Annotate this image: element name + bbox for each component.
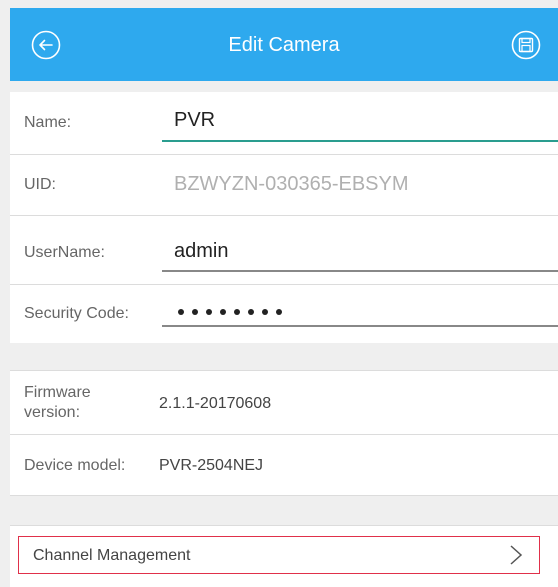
page-title: Edit Camera bbox=[228, 34, 340, 56]
uid-value: BZWYZN-030365-EBSYM bbox=[174, 173, 409, 195]
floppy-save-circle-icon bbox=[511, 30, 541, 60]
name-input-underline bbox=[162, 140, 558, 142]
device-model-value: PVR-2504NEJ bbox=[159, 457, 264, 474]
save-button[interactable] bbox=[511, 30, 541, 60]
uid-label: UID: bbox=[24, 176, 56, 193]
device-model-label: Device model: bbox=[24, 457, 126, 474]
security-code-input[interactable] bbox=[178, 309, 282, 315]
security-code-underline bbox=[162, 325, 558, 327]
name-input[interactable]: PVR bbox=[174, 109, 215, 132]
chevron-right-icon bbox=[510, 545, 523, 565]
edit-camera-screen: Edit Camera Name: PVR UID: BZWYZN-030365… bbox=[0, 0, 558, 587]
name-label: Name: bbox=[24, 114, 72, 131]
header-bar: Edit Camera bbox=[10, 8, 558, 81]
firmware-value: 2.1.1-20170608 bbox=[159, 395, 272, 412]
channel-management-button[interactable]: Channel Management bbox=[18, 536, 540, 574]
username-input-underline bbox=[162, 270, 558, 272]
firmware-label: Firmware version: bbox=[24, 384, 91, 421]
username-label: UserName: bbox=[24, 244, 105, 261]
name-row: Name: PVR bbox=[10, 92, 558, 154]
username-input[interactable]: admin bbox=[174, 240, 228, 263]
divider bbox=[10, 495, 558, 496]
uid-row: UID: BZWYZN-030365-EBSYM bbox=[10, 155, 558, 215]
firmware-row: Firmware version: 2.1.1-20170608 bbox=[10, 371, 558, 434]
channel-management-label: Channel Management bbox=[33, 547, 191, 564]
security-code-row: Security Code: bbox=[10, 285, 558, 343]
security-code-label: Security Code: bbox=[24, 305, 129, 322]
username-row: UserName: admin bbox=[10, 216, 558, 284]
device-model-row: Device model: PVR-2504NEJ bbox=[10, 435, 558, 495]
